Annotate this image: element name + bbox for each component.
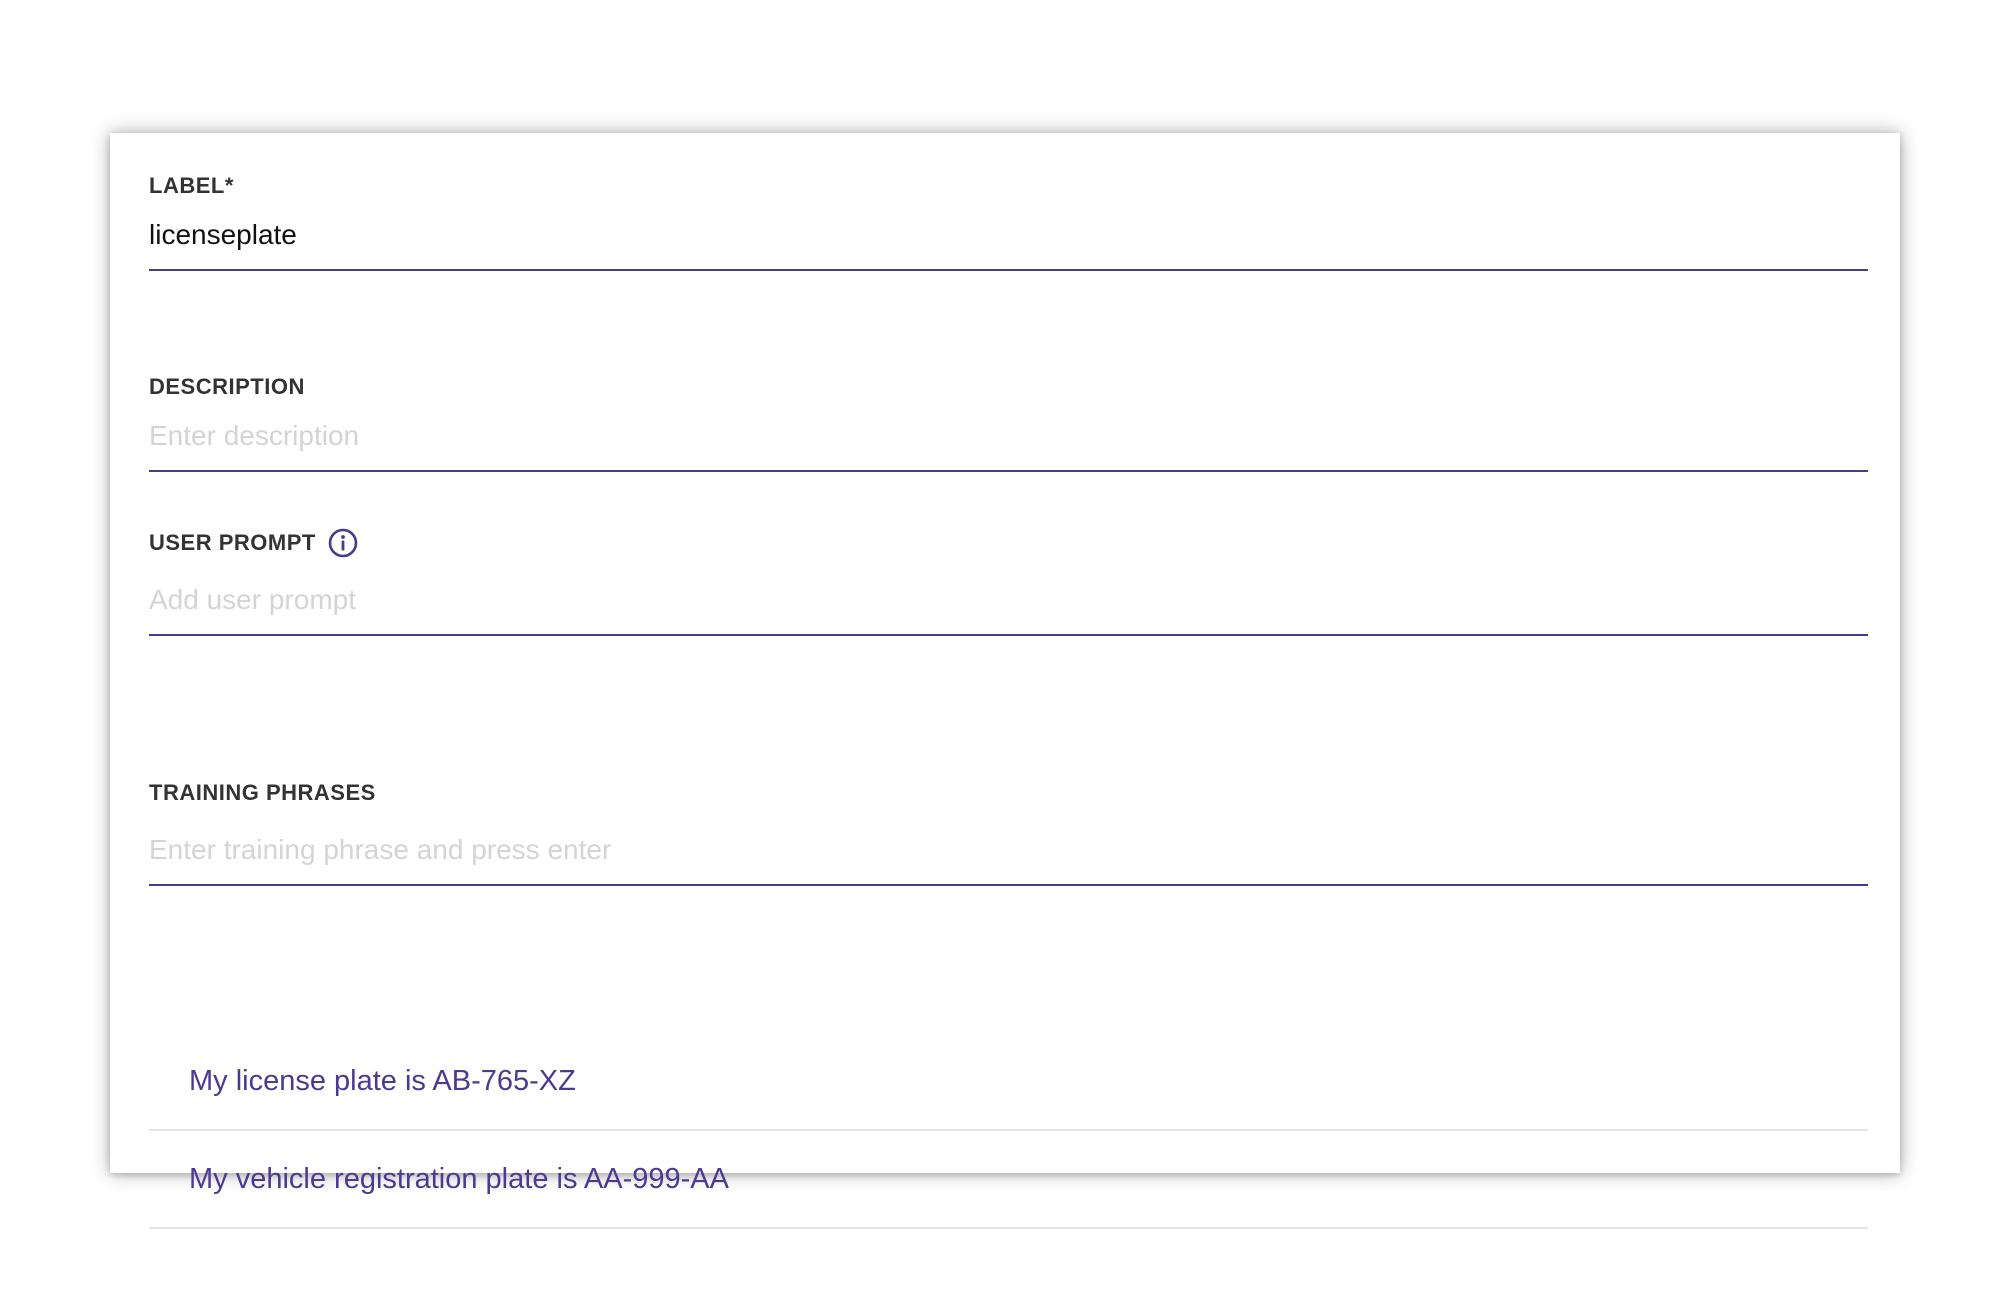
- label-field-label: LABEL*: [149, 173, 234, 198]
- info-icon-graphic: [328, 528, 358, 558]
- user-prompt-field: USER PROMPT: [149, 528, 1868, 636]
- description-input[interactable]: [149, 416, 1868, 456]
- description-field-label: DESCRIPTION: [149, 374, 305, 399]
- list-item[interactable]: My vehicle registration plate is AA-999-…: [149, 1131, 1868, 1229]
- description-input-underline: [149, 470, 1868, 472]
- label-input-underline: [149, 269, 1868, 271]
- training-phrases-field: TRAINING PHRASES: [149, 778, 1868, 886]
- intent-form-card: LABEL* DESCRIPTION USER PROMPT TRAINING …: [110, 133, 1900, 1229]
- user-prompt-field-label-row: USER PROMPT: [149, 528, 1868, 558]
- label-input[interactable]: [149, 215, 1868, 255]
- training-phrase-text: My license plate is AB-765-XZ: [189, 1065, 576, 1097]
- training-phrase-input[interactable]: [149, 830, 1868, 870]
- description-field: DESCRIPTION: [149, 372, 1868, 472]
- label-field: LABEL*: [149, 171, 1868, 271]
- training-phrases-field-label: TRAINING PHRASES: [149, 780, 376, 805]
- user-prompt-field-label: USER PROMPT: [149, 530, 316, 555]
- training-phrase-text: My vehicle registration plate is AA-999-…: [189, 1163, 729, 1195]
- user-prompt-input[interactable]: [149, 580, 1868, 620]
- list-item[interactable]: My license plate is AB-765-XZ: [149, 1033, 1868, 1131]
- info-icon[interactable]: [328, 528, 358, 558]
- training-phrase-input-underline: [149, 884, 1868, 886]
- user-prompt-input-underline: [149, 634, 1868, 636]
